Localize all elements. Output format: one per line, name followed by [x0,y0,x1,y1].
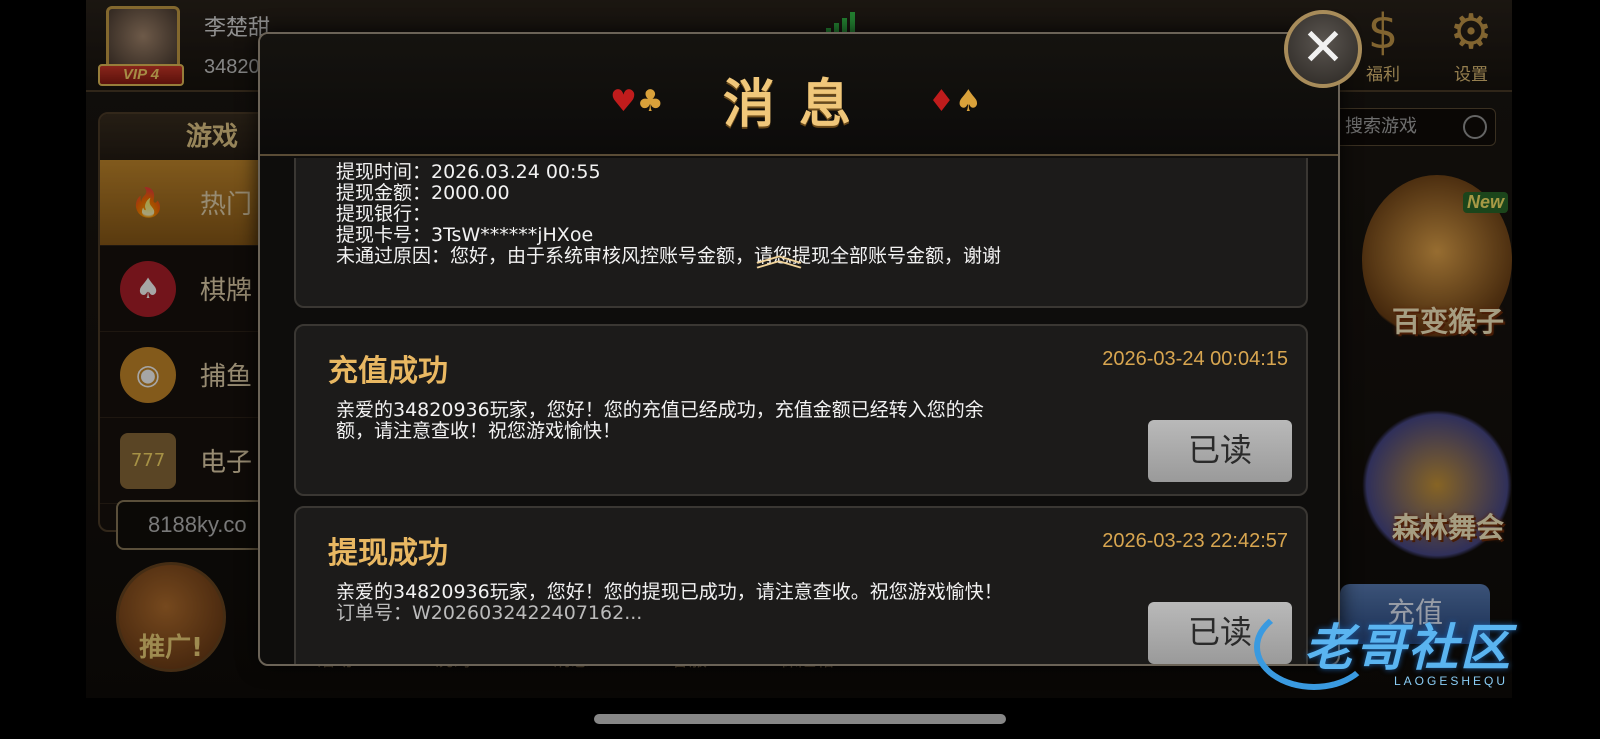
message-time: 2026-03-24 00:04:15 [1102,348,1288,370]
message-title: 提现成功 [328,536,448,571]
watermark-logo: 老哥社区 LAOGESHEQU [1254,598,1584,698]
mark-read-button[interactable]: 已读 [1148,420,1292,482]
message-dialog: ♥♣ 消息 ♦♠ 提现时间：2026.03.24 00:55 提现金额：2000… [258,32,1340,666]
message-detail: 提现时间：2026.03.24 00:55 提现金额：2000.00 提现银行：… [336,161,1002,267]
dialog-header: ♥♣ 消息 ♦♠ [260,34,1338,156]
close-icon: ✕ [1301,18,1345,78]
diamond-spade-icon: ♦♠ [928,84,982,119]
collapse-chevron-icon[interactable]: ︽ [755,242,803,272]
message-list[interactable]: 提现时间：2026.03.24 00:55 提现金额：2000.00 提现银行：… [260,158,1338,664]
message-item[interactable]: 提现成功 2026-03-23 22:42:57 亲爱的34820936玩家，您… [294,506,1308,664]
message-title: 充值成功 [328,354,448,389]
message-time: 2026-03-23 22:42:57 [1102,530,1288,552]
close-button[interactable]: ✕ [1284,10,1362,88]
message-text: 亲爱的34820936玩家，您好！您的提现已成功，请注意查收。祝您游戏愉快！ 订… [336,581,1003,624]
message-item[interactable]: 提现时间：2026.03.24 00:55 提现金额：2000.00 提现银行：… [294,158,1308,308]
message-text: 亲爱的34820936玩家，您好！您的充值已经成功，充值金额已经转入您的余额，请… [336,399,984,442]
dialog-title: 消息 [722,74,875,135]
message-item[interactable]: 充值成功 2026-03-24 00:04:15 亲爱的34820936玩家，您… [294,324,1308,496]
